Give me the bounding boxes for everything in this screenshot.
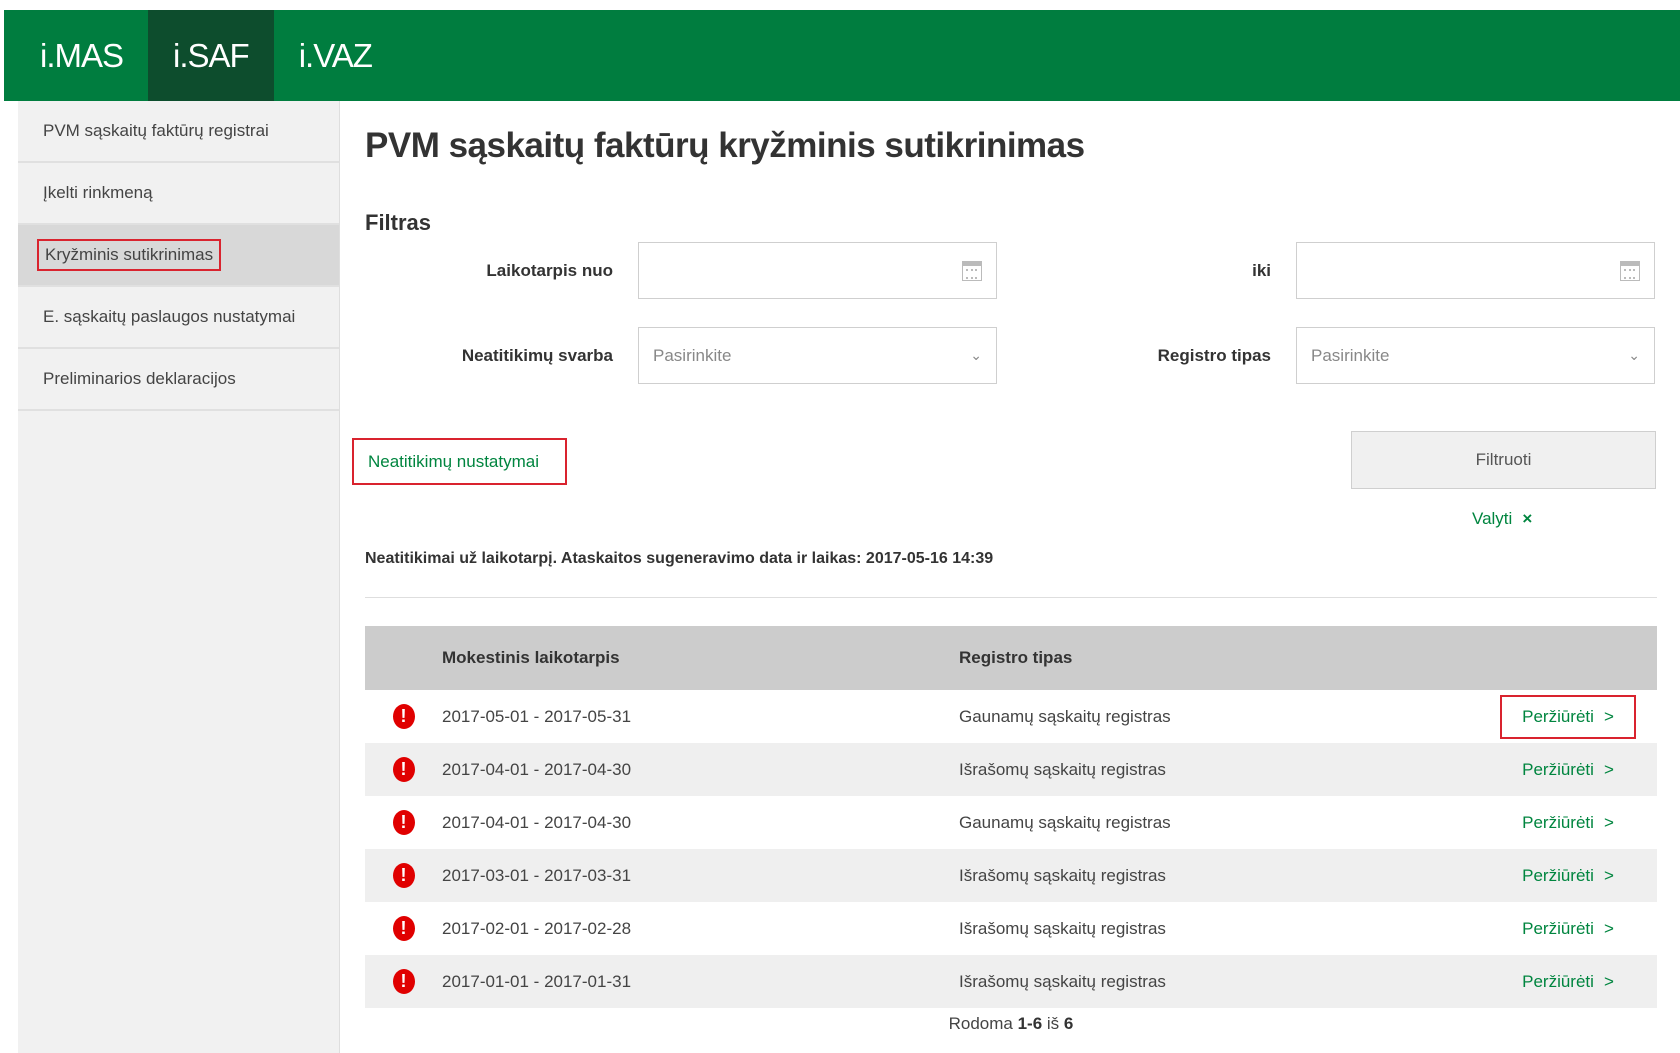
date-to-field[interactable] xyxy=(1296,242,1655,299)
register-type-placeholder: Pasirinkite xyxy=(1311,345,1390,365)
table-row: ! 2017-04-01 - 2017-04-30 Gaunamų sąskai… xyxy=(365,796,1657,849)
row-period: 2017-03-01 - 2017-03-31 xyxy=(442,865,632,885)
table-header: Mokestinis laikotarpis Registro tipas xyxy=(365,626,1657,690)
sidebar-item-upload[interactable]: Įkelti rinkmeną xyxy=(18,163,339,225)
row-register-type: Gaunamų sąskaitų registras xyxy=(959,706,1171,726)
view-label: Peržiūrėti xyxy=(1522,759,1594,779)
table-row: ! 2017-02-01 - 2017-02-28 Išrašomų sąska… xyxy=(365,902,1657,955)
date-to-label: iki xyxy=(1252,261,1271,280)
column-header-period: Mokestinis laikotarpis xyxy=(442,648,620,667)
sidebar-item-registers[interactable]: PVM sąskaitų faktūrų registrai xyxy=(18,101,339,163)
sidebar-item-label: Preliminarios deklaracijos xyxy=(43,369,236,388)
calendar-icon[interactable] xyxy=(962,260,982,281)
clear-label: Valyti xyxy=(1472,509,1513,528)
alert-icon: ! xyxy=(392,863,415,888)
pager-total: 6 xyxy=(1063,1014,1074,1033)
chevron-down-icon: ⌄ xyxy=(1628,347,1640,363)
tab-imas[interactable]: i.MAS xyxy=(4,10,148,101)
row-register-type: Išrašomų sąskaitų registras xyxy=(959,918,1166,938)
severity-placeholder: Pasirinkite xyxy=(653,345,732,365)
row-register-type: Išrašomų sąskaitų registras xyxy=(959,865,1166,885)
row-period: 2017-04-01 - 2017-04-30 xyxy=(442,759,632,779)
sidebar-item-cross-check[interactable]: Kryžminis sutikrinimas xyxy=(18,225,339,287)
pager-prefix: Rodoma xyxy=(948,1014,1013,1033)
calendar-icon[interactable] xyxy=(1620,260,1640,281)
close-icon: × xyxy=(1522,509,1533,528)
chevron-right-icon: > xyxy=(1603,706,1614,726)
register-type-label: Registro tipas xyxy=(1157,346,1271,365)
view-label: Peržiūrėti xyxy=(1522,706,1594,726)
alert-icon: ! xyxy=(392,969,415,994)
table-row: ! 2017-01-01 - 2017-01-31 Išrašomų sąska… xyxy=(365,955,1657,1008)
table-row: ! 2017-03-01 - 2017-03-31 Išrašomų sąska… xyxy=(365,849,1657,902)
view-link[interactable]: Peržiūrėti > xyxy=(1500,694,1636,739)
chevron-right-icon: > xyxy=(1603,759,1614,779)
view-label: Peržiūrėti xyxy=(1522,971,1594,991)
tab-ivaz[interactable]: i.VAZ xyxy=(274,10,397,101)
mismatch-table: Mokestinis laikotarpis Registro tipas ! … xyxy=(365,626,1657,1008)
chevron-right-icon: > xyxy=(1603,971,1614,991)
row-register-type: Gaunamų sąskaitų registras xyxy=(959,812,1171,832)
row-period: 2017-05-01 - 2017-05-31 xyxy=(442,706,632,726)
sidebar-item-e-invoice-settings[interactable]: E. sąskaitų paslaugos nustatymai xyxy=(18,287,339,349)
filter-heading: Filtras xyxy=(365,210,432,235)
row-register-type: Išrašomų sąskaitų registras xyxy=(959,759,1166,779)
alert-icon: ! xyxy=(392,757,415,782)
alert-icon: ! xyxy=(392,704,415,729)
chevron-right-icon: > xyxy=(1603,812,1614,832)
view-label: Peržiūrėti xyxy=(1522,918,1594,938)
register-type-select[interactable]: Pasirinkite ⌄ xyxy=(1296,327,1655,384)
row-period: 2017-01-01 - 2017-01-31 xyxy=(442,971,632,991)
row-register-type: Išrašomų sąskaitų registras xyxy=(959,971,1166,991)
table-row: ! 2017-04-01 - 2017-04-30 Išrašomų sąska… xyxy=(365,743,1657,796)
column-header-register-type: Registro tipas xyxy=(959,648,1073,667)
chevron-down-icon: ⌄ xyxy=(970,347,982,363)
sidebar-item-label: E. sąskaitų paslaugos nustatymai xyxy=(43,307,296,326)
divider xyxy=(365,597,1657,598)
sidebar-item-label: Įkelti rinkmeną xyxy=(43,183,153,202)
view-link[interactable]: Peržiūrėti > xyxy=(1500,801,1636,845)
severity-select[interactable]: Pasirinkite ⌄ xyxy=(638,327,997,384)
view-link[interactable]: Peržiūrėti > xyxy=(1500,907,1636,951)
alert-icon: ! xyxy=(392,916,415,941)
sidebar-item-label: PVM sąskaitų faktūrų registrai xyxy=(43,121,269,140)
view-link[interactable]: Peržiūrėti > xyxy=(1500,854,1636,898)
sidebar: PVM sąskaitų faktūrų registrai Įkelti ri… xyxy=(18,101,340,1053)
filter-button[interactable]: Filtruoti xyxy=(1351,431,1656,489)
pager-range: 1-6 xyxy=(1017,1014,1043,1033)
alert-icon: ! xyxy=(392,810,415,835)
view-label: Peržiūrėti xyxy=(1522,865,1594,885)
date-from-field[interactable] xyxy=(638,242,997,299)
clear-link[interactable]: Valyti × xyxy=(1472,509,1532,529)
sidebar-item-label: Kryžminis sutikrinimas xyxy=(36,239,222,271)
pager-of: iš xyxy=(1046,1014,1060,1033)
tab-isaf[interactable]: i.SAF xyxy=(148,10,274,101)
page-title: PVM sąskaitų faktūrų kryžminis sutikrini… xyxy=(365,126,1085,165)
chevron-right-icon: > xyxy=(1603,918,1614,938)
row-period: 2017-02-01 - 2017-02-28 xyxy=(442,918,632,938)
view-link[interactable]: Peržiūrėti > xyxy=(1500,960,1636,1004)
top-nav: i.MAS i.SAF i.VAZ xyxy=(4,10,1680,101)
mismatch-settings-link[interactable]: Neatitikimų nustatymai xyxy=(352,438,567,485)
table-row: ! 2017-05-01 - 2017-05-31 Gaunamų sąskai… xyxy=(365,690,1657,743)
pagination-info: Rodoma 1-6 iš 6 xyxy=(365,1014,1657,1034)
sidebar-item-preliminary-declarations[interactable]: Preliminarios deklaracijos xyxy=(18,349,339,411)
row-period: 2017-04-01 - 2017-04-30 xyxy=(442,812,632,832)
view-link[interactable]: Peržiūrėti > xyxy=(1500,748,1636,792)
date-from-label: Laikotarpis nuo xyxy=(486,261,613,280)
report-info: Neatitikimai už laikotarpį. Ataskaitos s… xyxy=(365,550,994,567)
view-label: Peržiūrėti xyxy=(1522,812,1594,832)
chevron-right-icon: > xyxy=(1603,865,1614,885)
severity-label: Neatitikimų svarba xyxy=(461,346,613,365)
